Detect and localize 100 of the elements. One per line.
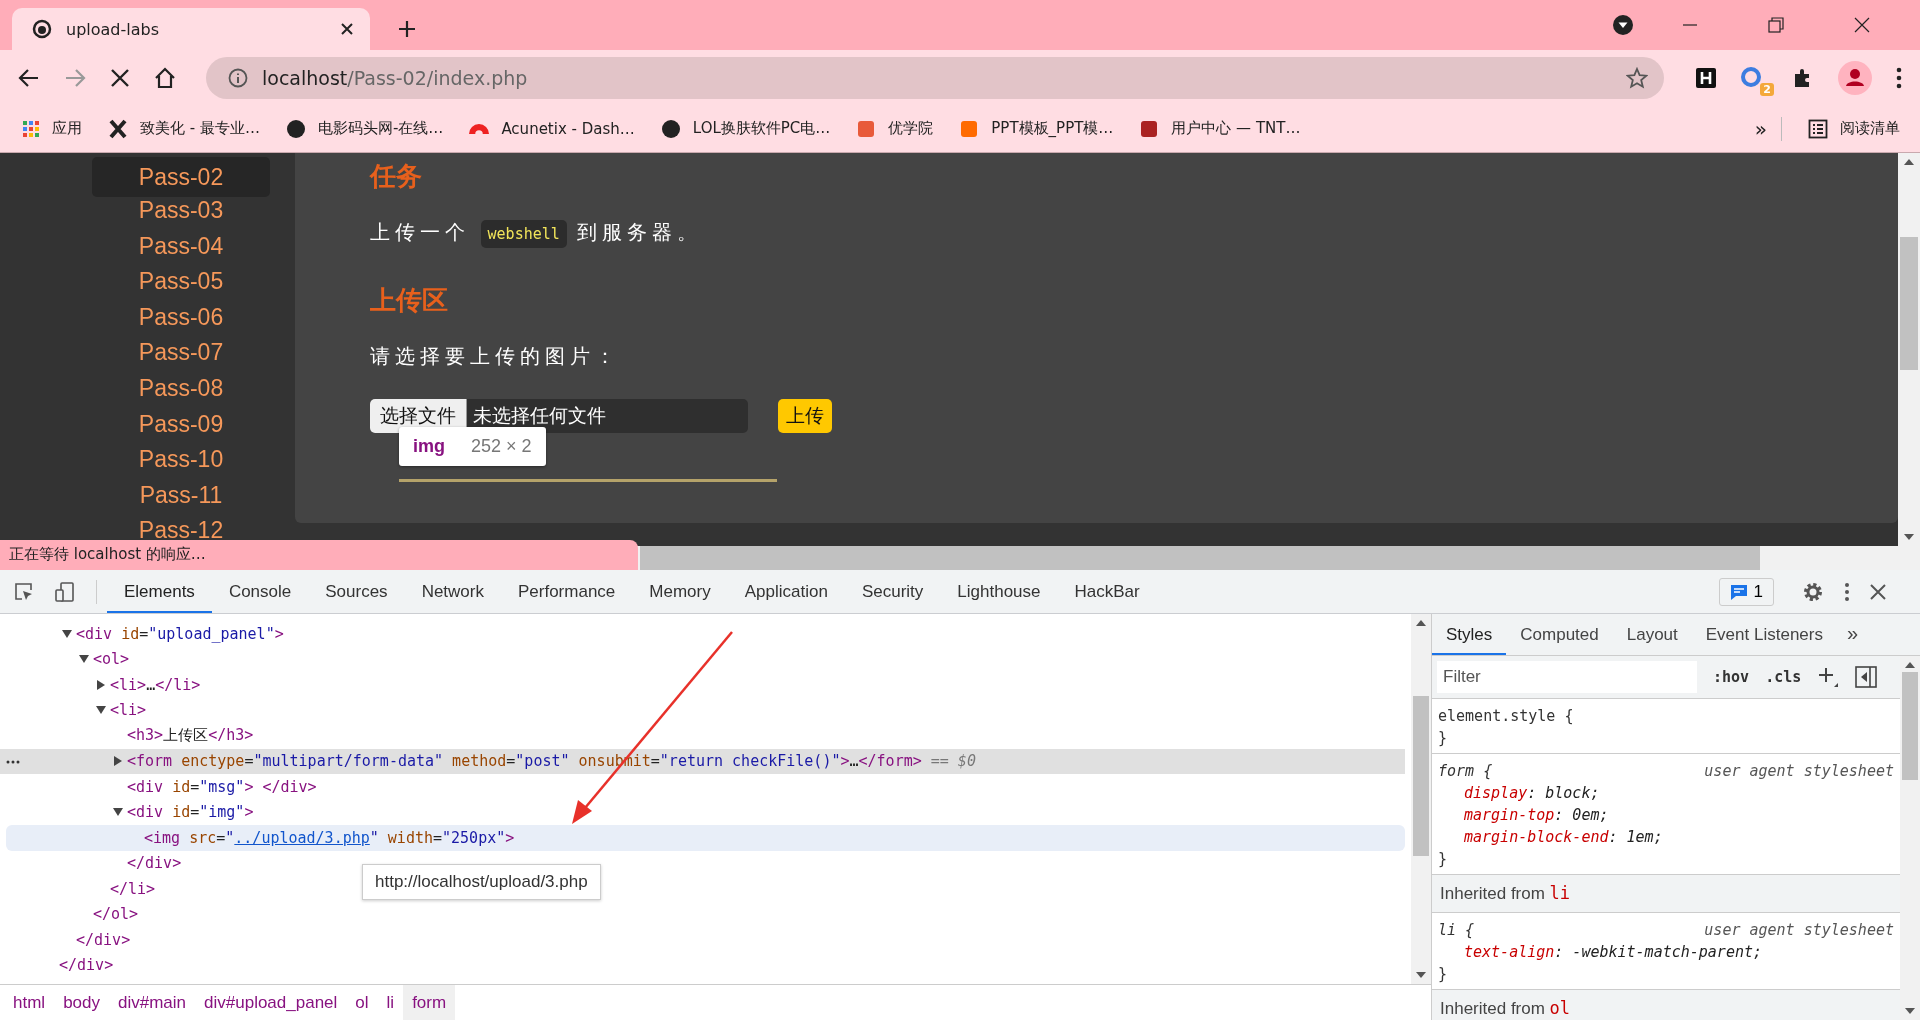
bookmark[interactable]: 用户中心 — TNT…: [1139, 118, 1301, 139]
file-input[interactable]: 选择文件 未选择任何文件: [370, 399, 748, 433]
scrollbar[interactable]: [1898, 153, 1920, 546]
dom-node-line[interactable]: <div id="upload_panel">: [76, 624, 284, 643]
sidebar-toggle-icon[interactable]: [1855, 666, 1878, 688]
device-icon[interactable]: [54, 580, 76, 603]
dom-node-line[interactable]: </div>: [59, 956, 114, 975]
devtools-tab[interactable]: Lighthouse: [940, 570, 1058, 613]
home-icon[interactable]: [154, 66, 176, 89]
scroll-thumb[interactable]: [1900, 237, 1918, 370]
scroll-thumb[interactable]: [1902, 672, 1918, 780]
breadcrumb[interactable]: ol: [346, 985, 378, 1020]
level-link[interactable]: Pass-11: [92, 477, 270, 514]
scroll-up-icon[interactable]: [1904, 159, 1914, 165]
scroll-up-icon[interactable]: [1416, 620, 1426, 626]
dom-node-line[interactable]: <ol>: [93, 650, 130, 669]
sidebar-tab[interactable]: Computed: [1506, 614, 1613, 655]
cls-button[interactable]: .cls: [1765, 668, 1802, 686]
devtools-tab[interactable]: HackBar: [1057, 570, 1157, 613]
dom-node-line[interactable]: <img src="../upload/3.php" width="250px">: [144, 828, 515, 847]
close-window-icon[interactable]: [1854, 17, 1870, 33]
breadcrumb[interactable]: html: [4, 985, 55, 1020]
restore-icon[interactable]: [1768, 17, 1784, 33]
scroll-up-icon[interactable]: [1905, 662, 1915, 668]
close-icon[interactable]: [1870, 583, 1886, 600]
scrollbar[interactable]: [1900, 656, 1920, 1020]
settings-icon[interactable]: [1802, 580, 1824, 603]
more-icon[interactable]: [1844, 581, 1850, 602]
devtools-tab[interactable]: Memory: [632, 570, 728, 613]
breadcrumb[interactable]: div#main: [109, 985, 196, 1020]
level-link[interactable]: Pass-07: [92, 335, 270, 371]
src-link[interactable]: ../upload/3.php: [234, 828, 370, 847]
bookmark[interactable]: 电影码头网-在线…: [285, 118, 444, 139]
level-link[interactable]: Pass-10: [92, 442, 270, 478]
profile-avatar[interactable]: [1838, 60, 1872, 95]
expand-triangle-icon[interactable]: [96, 705, 106, 716]
menu-icon[interactable]: [1896, 66, 1902, 89]
devtools-tab[interactable]: Security: [844, 570, 941, 613]
devtools-tab[interactable]: Sources: [308, 570, 405, 613]
devtools-tab[interactable]: Performance: [501, 570, 633, 613]
issues-button[interactable]: 1: [1718, 577, 1774, 606]
devtools-tab[interactable]: Console: [211, 570, 309, 613]
browser-tab[interactable]: upload-labs: [12, 8, 370, 50]
breadcrumb[interactable]: body: [54, 985, 109, 1020]
stop-icon[interactable]: [110, 67, 130, 88]
scroll-down-icon[interactable]: [1904, 534, 1914, 540]
expand-triangle-icon[interactable]: [79, 654, 89, 665]
bookmark[interactable]: Acunetix - Dash…: [469, 119, 635, 138]
more-tabs-button[interactable]: »: [1836, 614, 1859, 655]
add-rule-icon[interactable]: [1817, 666, 1840, 688]
breadcrumb[interactable]: form: [403, 985, 456, 1020]
level-link[interactable]: Pass-06: [92, 299, 270, 336]
dom-node-line[interactable]: <li>…</li>: [110, 675, 201, 694]
expand-triangle-icon[interactable]: [113, 807, 123, 818]
bookmark[interactable]: 致美化 - 最专业…: [108, 118, 260, 139]
bookmark[interactable]: PPT模板_PPT模…: [959, 118, 1114, 139]
star-icon[interactable]: [1626, 66, 1648, 89]
new-tab-icon[interactable]: [398, 20, 416, 38]
breadcrumb[interactable]: li: [377, 985, 404, 1020]
sidebar-tab[interactable]: Event Listeners: [1691, 614, 1837, 655]
scroll-down-icon[interactable]: [1905, 1008, 1915, 1014]
level-link[interactable]: Pass-05: [92, 264, 270, 300]
scrollbar[interactable]: [1411, 614, 1431, 984]
dom-node-line[interactable]: </li>: [110, 879, 156, 898]
dom-node-line[interactable]: <li>: [110, 701, 147, 720]
dom-node-line[interactable]: <div id="img">: [127, 803, 254, 822]
level-link[interactable]: Pass-08: [92, 370, 270, 407]
dom-node-line[interactable]: </div>: [76, 930, 131, 949]
level-link[interactable]: Pass-09: [92, 406, 270, 443]
info-icon[interactable]: [228, 67, 248, 88]
expand-triangle-icon[interactable]: [113, 756, 123, 767]
dom-node-line[interactable]: <h3>上传区</h3>: [127, 726, 254, 746]
level-link[interactable]: Pass-02: [92, 157, 270, 197]
devtools-tab[interactable]: Network: [404, 570, 501, 613]
dom-node-line[interactable]: <div id="msg"> </div>: [127, 777, 317, 796]
scroll-thumb[interactable]: [640, 546, 1760, 570]
dom-node-line[interactable]: </ol>: [93, 905, 139, 924]
filter-field[interactable]: Filter: [1437, 661, 1697, 693]
bookmark[interactable]: 优学院: [856, 118, 934, 139]
scroll-thumb[interactable]: [1413, 696, 1429, 856]
ring-extension-icon[interactable]: [1740, 65, 1764, 90]
breadcrumb[interactable]: div#upload_panel: [195, 985, 347, 1020]
more-dots-icon[interactable]: [6, 759, 20, 764]
back-icon[interactable]: [18, 66, 40, 89]
tab-search-icon[interactable]: [1612, 14, 1634, 36]
bookmark[interactable]: 应用: [22, 119, 82, 138]
upload-button[interactable]: 上传: [778, 399, 832, 433]
devtools-tab[interactable]: Elements: [107, 570, 212, 613]
dom-node-line[interactable]: </div>: [127, 854, 182, 873]
level-link[interactable]: Pass-04: [92, 228, 270, 265]
inspect-icon[interactable]: [14, 581, 34, 602]
more-bookmarks-button[interactable]: »: [1754, 116, 1782, 141]
expand-triangle-icon[interactable]: [96, 679, 106, 690]
hov-button[interactable]: :hov: [1713, 668, 1750, 686]
reading-list-button[interactable]: 阅读清单: [1808, 118, 1900, 139]
bookmark[interactable]: LOL换肤软件PC电…: [660, 118, 831, 139]
h-extension-icon[interactable]: [1696, 67, 1716, 88]
expand-triangle-icon[interactable]: [62, 628, 72, 639]
address-bar[interactable]: localhost/Pass-02/index.php: [206, 56, 1664, 99]
scroll-down-icon[interactable]: [1416, 972, 1426, 978]
